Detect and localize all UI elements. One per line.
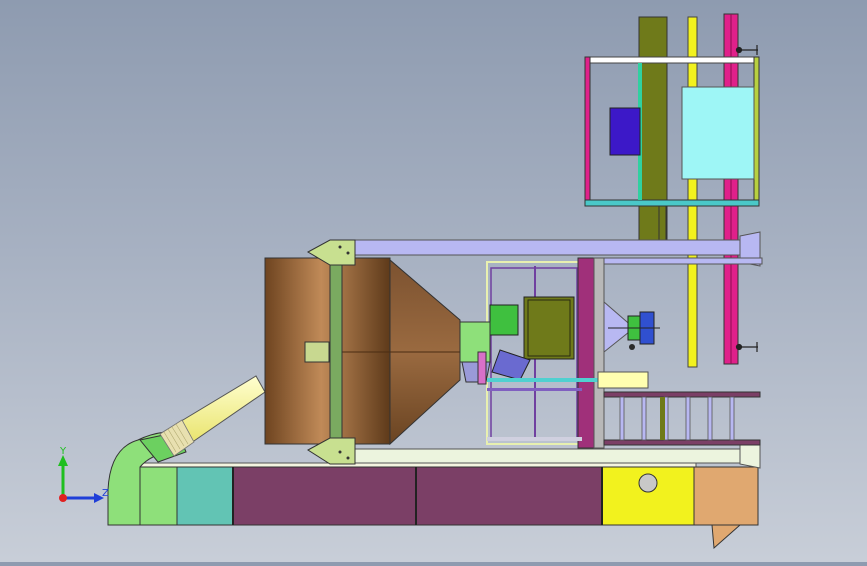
- bottom-duct: [135, 462, 759, 550]
- motor-housing: [523, 296, 575, 360]
- inspection-port: [638, 473, 658, 493]
- duct-green-section: [137, 466, 178, 526]
- yellow-post: [687, 16, 698, 368]
- dryer-drum: [264, 239, 461, 465]
- blue-control-box: [609, 107, 641, 156]
- assembly-drawing: Y Z: [58, 13, 763, 550]
- duct-tan-section: [693, 466, 759, 526]
- rack: [603, 391, 761, 446]
- duct-teal-section: [176, 466, 234, 526]
- duct-plum-section-1: [232, 466, 417, 526]
- lower-pale-beam: [349, 448, 751, 464]
- drum-band: [329, 261, 343, 443]
- motor-green-cap: [489, 304, 519, 336]
- bolt-bottom: [735, 342, 758, 352]
- bolt-top: [735, 45, 758, 55]
- cyan-panel: [681, 86, 755, 180]
- feed-pipe: [159, 375, 266, 457]
- axis-triad: Y Z: [58, 446, 109, 503]
- x-axis-dot: [59, 494, 67, 502]
- z-axis-label: Z: [102, 488, 109, 499]
- duct-plum-section-2: [415, 466, 603, 526]
- middle-machinery: [459, 257, 660, 449]
- cad-viewport[interactable]: Y Z: [0, 0, 867, 562]
- right-support-structure: [638, 13, 758, 368]
- upper-lavender-beam: [349, 239, 751, 256]
- y-axis-label: Y: [59, 446, 67, 457]
